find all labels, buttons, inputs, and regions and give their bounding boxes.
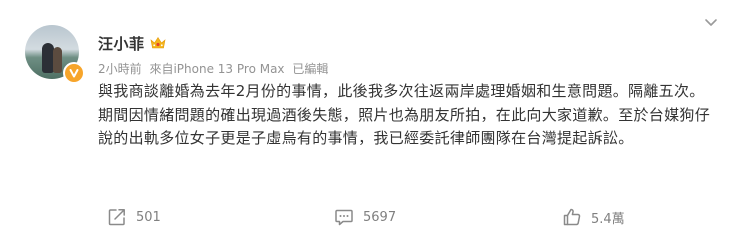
repost-button[interactable]: 501 [107, 207, 161, 227]
repost-icon [108, 209, 125, 226]
post-source: 來自iPhone 13 Pro Max [149, 62, 285, 76]
post-time[interactable]: 2小時前 [98, 62, 142, 76]
more-options-chevron-down-icon[interactable] [703, 14, 719, 30]
weibo-post-card: 汪小菲 2小時前 來自iPhone 13 Pro Max 已編輯 與我商談離婚為… [0, 0, 733, 246]
author-name[interactable]: 汪小菲 [98, 33, 145, 54]
action-bar: 501 5697 5.4萬 [0, 205, 733, 235]
comment-count: 5697 [363, 209, 397, 225]
post-text: 與我商談離婚為去年2月份的事情，此後我多次往返兩岸處理婚姻和生意問題。隔離五次。… [98, 82, 711, 147]
like-icon [563, 208, 581, 226]
post-meta: 2小時前 來自iPhone 13 Pro Max 已編輯 [98, 60, 332, 77]
like-button[interactable]: 5.4萬 [562, 207, 625, 227]
comment-button[interactable]: 5697 [334, 207, 396, 227]
avatar-figure-shape [53, 47, 62, 73]
edited-label[interactable]: 已編輯 [292, 62, 328, 76]
author-row: 汪小菲 [98, 32, 166, 54]
crown-icon [150, 36, 165, 49]
verified-badge-icon [63, 62, 85, 84]
comment-icon [335, 209, 353, 226]
like-count: 5.4萬 [591, 211, 625, 227]
repost-count: 501 [136, 209, 161, 225]
